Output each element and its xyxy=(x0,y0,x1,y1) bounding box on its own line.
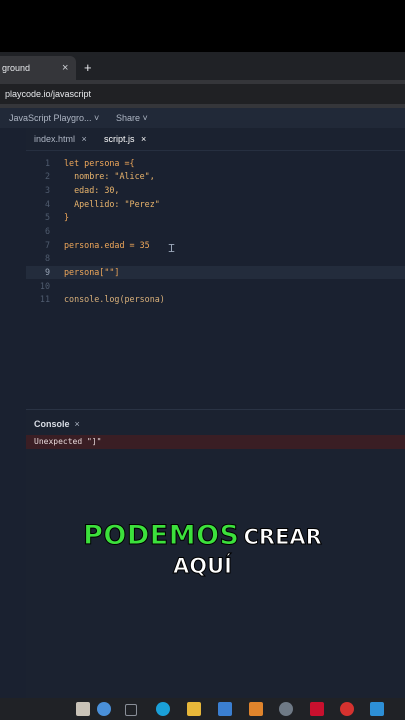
browser-tab-strip: ground × + xyxy=(0,52,405,80)
caption-line-1: PODEMOS CREAR xyxy=(0,520,405,556)
line-number: 10 xyxy=(39,281,50,291)
console-error-row: Unexpected "]" xyxy=(26,435,405,449)
playcode-app: JavaScript Playgro... ˅ Share ˅ index.ht… xyxy=(0,108,405,698)
line-number: 11 xyxy=(39,294,50,304)
line-number: 3 xyxy=(44,185,50,195)
tab-script-js[interactable]: script.js × xyxy=(104,134,146,144)
line-number: 5 xyxy=(44,212,50,222)
taskbar-app-icon[interactable] xyxy=(249,702,263,716)
code-line: 3 edad: 30, xyxy=(26,184,405,197)
opera-icon[interactable] xyxy=(340,702,354,716)
code-text: let persona ={ xyxy=(64,158,135,168)
code-text: } xyxy=(64,212,70,222)
taskbar xyxy=(0,698,405,720)
code-line: 2 nombre: "Alice", xyxy=(26,170,405,183)
line-number: 6 xyxy=(44,226,50,236)
folder-icon[interactable] xyxy=(187,702,201,716)
app-toolbar: JavaScript Playgro... ˅ Share ˅ xyxy=(0,108,405,128)
code-line-current: 9 persona[""] xyxy=(26,266,405,279)
code-line: 7 persona.edad = 35 Ｉ xyxy=(26,239,405,255)
line-number: 9 xyxy=(44,267,50,277)
console-error-text: Unexpected "]" xyxy=(34,437,102,446)
code-line: 6 xyxy=(26,225,405,238)
tab-label: script.js xyxy=(104,134,135,144)
line-number: 1 xyxy=(44,158,50,168)
caption-rest: CREAR xyxy=(243,525,322,550)
code-line: 8 xyxy=(26,252,405,265)
taskbar-app-icon[interactable] xyxy=(76,702,90,716)
netflix-icon[interactable] xyxy=(310,702,324,716)
code-line: 5 } xyxy=(26,211,405,224)
code-editor[interactable]: 1 let persona ={ 2 nombre: "Alice", 3 ed… xyxy=(26,151,405,409)
new-tab-button[interactable]: + xyxy=(84,56,96,80)
code-text: persona[""] xyxy=(64,267,120,277)
code-line: 10 xyxy=(26,280,405,293)
address-bar: playcode.io/javascript xyxy=(0,80,405,108)
code-line: 1 let persona ={ xyxy=(26,157,405,170)
code-line: 4 Apellido: "Perez" xyxy=(26,198,405,211)
tab-label: index.html xyxy=(34,134,76,144)
url-field[interactable]: playcode.io/javascript xyxy=(0,84,405,104)
code-line: 11 console.log(persona) xyxy=(26,293,405,306)
line-number: 8 xyxy=(44,253,50,263)
tab-close-icon[interactable]: × xyxy=(141,134,146,144)
tab-index-html[interactable]: index.html × xyxy=(34,134,87,144)
taskbar-app-icon[interactable] xyxy=(97,702,111,716)
browser-tab-close-icon[interactable]: × xyxy=(62,56,68,80)
editor-tabs: index.html × script.js × xyxy=(26,128,405,151)
code-text: nombre: "Alice", xyxy=(64,171,155,181)
caption-line-2: AQUÍ xyxy=(173,554,233,579)
edge-icon[interactable] xyxy=(156,702,170,716)
browser-tab[interactable]: ground × xyxy=(0,56,76,80)
task-view-icon[interactable] xyxy=(125,704,137,716)
code-text: console.log(persona) xyxy=(64,294,165,304)
chrome-icon[interactable] xyxy=(279,702,293,716)
line-number: 2 xyxy=(44,171,50,181)
screen: ground × + playcode.io/javascript JavaSc… xyxy=(0,52,405,698)
tab-close-icon[interactable]: × xyxy=(82,134,87,144)
line-number: 7 xyxy=(44,240,50,250)
console-header: Console × xyxy=(34,419,80,429)
code-text: persona.edad = 35 xyxy=(64,240,150,250)
line-number: 4 xyxy=(44,199,50,209)
code-text: edad: 30, xyxy=(64,185,120,195)
project-menu[interactable]: JavaScript Playgro... ˅ xyxy=(9,113,99,123)
code-text: Apellido: "Perez" xyxy=(64,199,160,209)
vscode-icon[interactable] xyxy=(370,702,384,716)
console-title: Console xyxy=(34,419,70,429)
browser-tab-title: ground xyxy=(2,63,31,73)
share-button[interactable]: Share ˅ xyxy=(116,113,148,123)
caption-highlight: PODEMOS xyxy=(83,520,240,552)
console-close-icon[interactable]: × xyxy=(75,419,80,429)
mail-icon[interactable] xyxy=(218,702,232,716)
